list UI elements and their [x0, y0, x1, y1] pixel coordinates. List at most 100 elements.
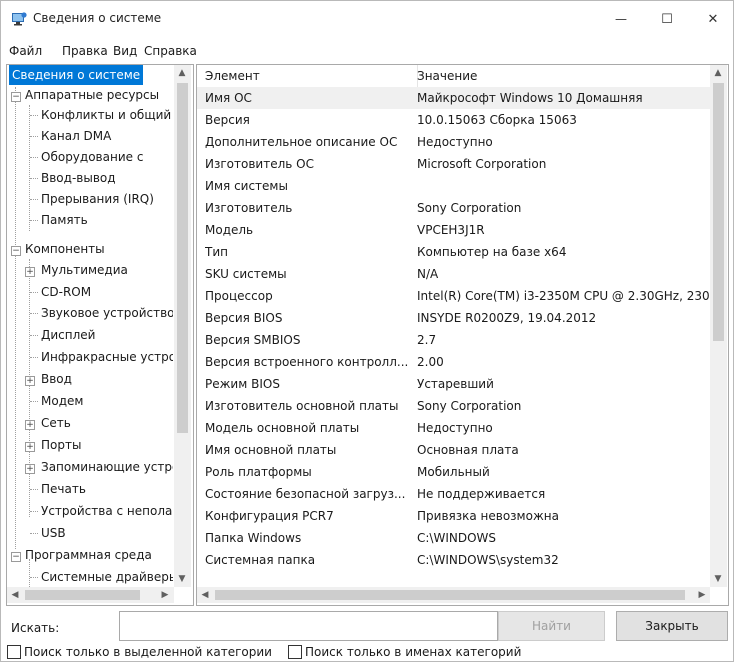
tree-item-problem-devices[interactable]: Устройства с неполадками [41, 501, 173, 521]
system-information-icon [12, 12, 27, 26]
tree-item-input[interactable]: Ввод [41, 369, 72, 389]
tree-item-ports[interactable]: Порты [41, 435, 81, 455]
scroll-up-icon[interactable]: ▲ [710, 65, 726, 81]
tree-item-network[interactable]: Сеть [41, 413, 71, 433]
collapse-icon[interactable]: − [11, 92, 21, 102]
close-window-button[interactable]: ✕ [693, 1, 733, 37]
expand-icon[interactable]: + [25, 376, 35, 386]
tree-item-dma[interactable]: Канал DMA [41, 126, 111, 146]
collapse-icon[interactable]: − [11, 552, 21, 562]
scroll-right-icon[interactable]: ▶ [157, 587, 173, 603]
cell-value: Основная плата [417, 443, 519, 457]
table-scroll-thumb[interactable] [713, 83, 724, 341]
cell-value: INSYDE R0200Z9, 19.04.2012 [417, 311, 597, 325]
search-input[interactable] [119, 611, 498, 641]
details-table[interactable]: Элемент Значение Имя ОС Майкрософт Window… [196, 64, 729, 606]
cell-element: Роль платформы [205, 465, 312, 479]
expand-icon[interactable]: + [25, 267, 35, 277]
cell-element: Состояние безопасной загруз... [205, 487, 406, 501]
tree-item-infrared[interactable]: Инфракрасные устройства [41, 347, 173, 367]
tree-connector [30, 292, 38, 293]
tree-horizontal-scrollbar[interactable]: ◀ ▶ [7, 587, 174, 603]
menu-file[interactable]: Файл [9, 44, 42, 58]
tree-item-forced-hardware[interactable]: Оборудование с [41, 147, 143, 167]
tree-connector [30, 489, 38, 490]
scroll-left-icon[interactable]: ◀ [7, 587, 23, 603]
tree-item-software[interactable]: Программная среда [25, 545, 152, 565]
cell-value: Недоступно [417, 135, 493, 149]
expand-icon[interactable]: + [25, 442, 35, 452]
scroll-down-icon[interactable]: ▼ [174, 571, 190, 587]
cell-element: Тип [205, 245, 228, 259]
close-icon: ✕ [707, 11, 719, 27]
find-button[interactable]: Найти [498, 611, 605, 641]
tree-item-printing[interactable]: Печать [41, 479, 86, 499]
maximize-button[interactable]: ☐ [647, 1, 687, 37]
tree-connector [30, 577, 38, 578]
menu-view[interactable]: Вид [113, 44, 137, 58]
cell-value: VPCEH3J1R [417, 223, 485, 237]
search-category-names-checkbox[interactable] [288, 645, 302, 659]
tree-item-multimedia[interactable]: Мультимедиа [41, 260, 128, 280]
tree-item-conflicts[interactable]: Конфликты и общий доступ [41, 105, 173, 125]
table-horizontal-scrollbar[interactable]: ◀ ▶ [197, 587, 710, 603]
tree-connector [29, 259, 30, 517]
tree-hscroll-thumb[interactable] [25, 590, 140, 600]
search-selected-category-checkbox[interactable] [7, 645, 21, 659]
tree-item-irq[interactable]: Прерывания (IRQ) [41, 189, 154, 209]
tree-connector [30, 335, 38, 336]
window-title: Сведения о системе [33, 11, 162, 25]
tree-item-usb[interactable]: USB [41, 523, 66, 543]
tree-vertical-scrollbar[interactable]: ▲ ▼ [174, 65, 191, 587]
minimize-button[interactable]: — [601, 1, 641, 37]
table-vertical-scrollbar[interactable]: ▲ ▼ [710, 65, 727, 587]
cell-element: Изготовитель [205, 201, 293, 215]
cell-value: Устаревший [417, 377, 494, 391]
tree-item-cdrom[interactable]: CD-ROM [41, 282, 91, 302]
expand-icon[interactable]: + [25, 420, 35, 430]
tree-item-display[interactable]: Дисплей [41, 325, 95, 345]
category-tree[interactable]: Сведения о системе − Аппаратные ресурсы … [6, 64, 194, 606]
tree-item-system-drivers[interactable]: Системные драйверы [41, 567, 173, 587]
tree-item-components[interactable]: Компоненты [25, 239, 105, 259]
column-header-value[interactable]: Значение [417, 65, 708, 87]
scroll-up-icon[interactable]: ▲ [174, 65, 190, 81]
cell-element: Конфигурация PCR7 [205, 509, 334, 523]
tree-connector [29, 105, 30, 231]
tree-connector [30, 401, 38, 402]
tree-item-modem[interactable]: Модем [41, 391, 83, 411]
expand-icon[interactable]: + [25, 464, 35, 474]
collapse-icon[interactable]: − [11, 246, 21, 256]
tree-item-storage[interactable]: Запоминающие устройства [41, 457, 173, 477]
menu-edit[interactable]: Правка [62, 44, 108, 58]
close-button[interactable]: Закрыть [616, 611, 728, 641]
tree-item-system-summary[interactable]: Сведения о системе [9, 65, 144, 85]
scroll-down-icon[interactable]: ▼ [710, 571, 726, 587]
cell-value: C:\WINDOWS [417, 531, 497, 545]
cell-value: Недоступно [417, 421, 493, 435]
tree-connector [30, 313, 38, 314]
table-hscroll-thumb[interactable] [215, 590, 685, 600]
cell-element: Модель [205, 223, 254, 237]
tree-scroll-thumb[interactable] [177, 83, 188, 433]
search-category-names-option[interactable]: Поиск только в именах категорий [288, 644, 521, 660]
cell-element: Режим BIOS [205, 377, 280, 391]
tree-item-hardware[interactable]: Аппаратные ресурсы [25, 85, 159, 105]
cell-element: Версия встроенного контролл... [205, 355, 409, 369]
cell-element: Версия [205, 113, 250, 127]
search-selected-category-option[interactable]: Поиск только в выделенной категории [7, 644, 272, 660]
tree-item-sound[interactable]: Звуковое устройство [41, 303, 173, 323]
tree-item-memory[interactable]: Память [41, 210, 88, 230]
search-category-names-label: Поиск только в именах категорий [305, 645, 522, 659]
cell-element: Изготовитель ОС [205, 157, 314, 171]
scroll-left-icon[interactable]: ◀ [197, 587, 213, 603]
tree-connector [30, 511, 38, 512]
menu-help[interactable]: Справка [144, 44, 197, 58]
cell-value [417, 175, 710, 197]
tree-item-io[interactable]: Ввод-вывод [41, 168, 116, 188]
menu-bar: Файл Правка Вид Справка [1, 41, 733, 61]
scroll-right-icon[interactable]: ▶ [694, 587, 710, 603]
column-header-element[interactable]: Элемент [197, 65, 418, 87]
cell-value: Мобильный [417, 465, 490, 479]
tree-connector [30, 136, 38, 137]
